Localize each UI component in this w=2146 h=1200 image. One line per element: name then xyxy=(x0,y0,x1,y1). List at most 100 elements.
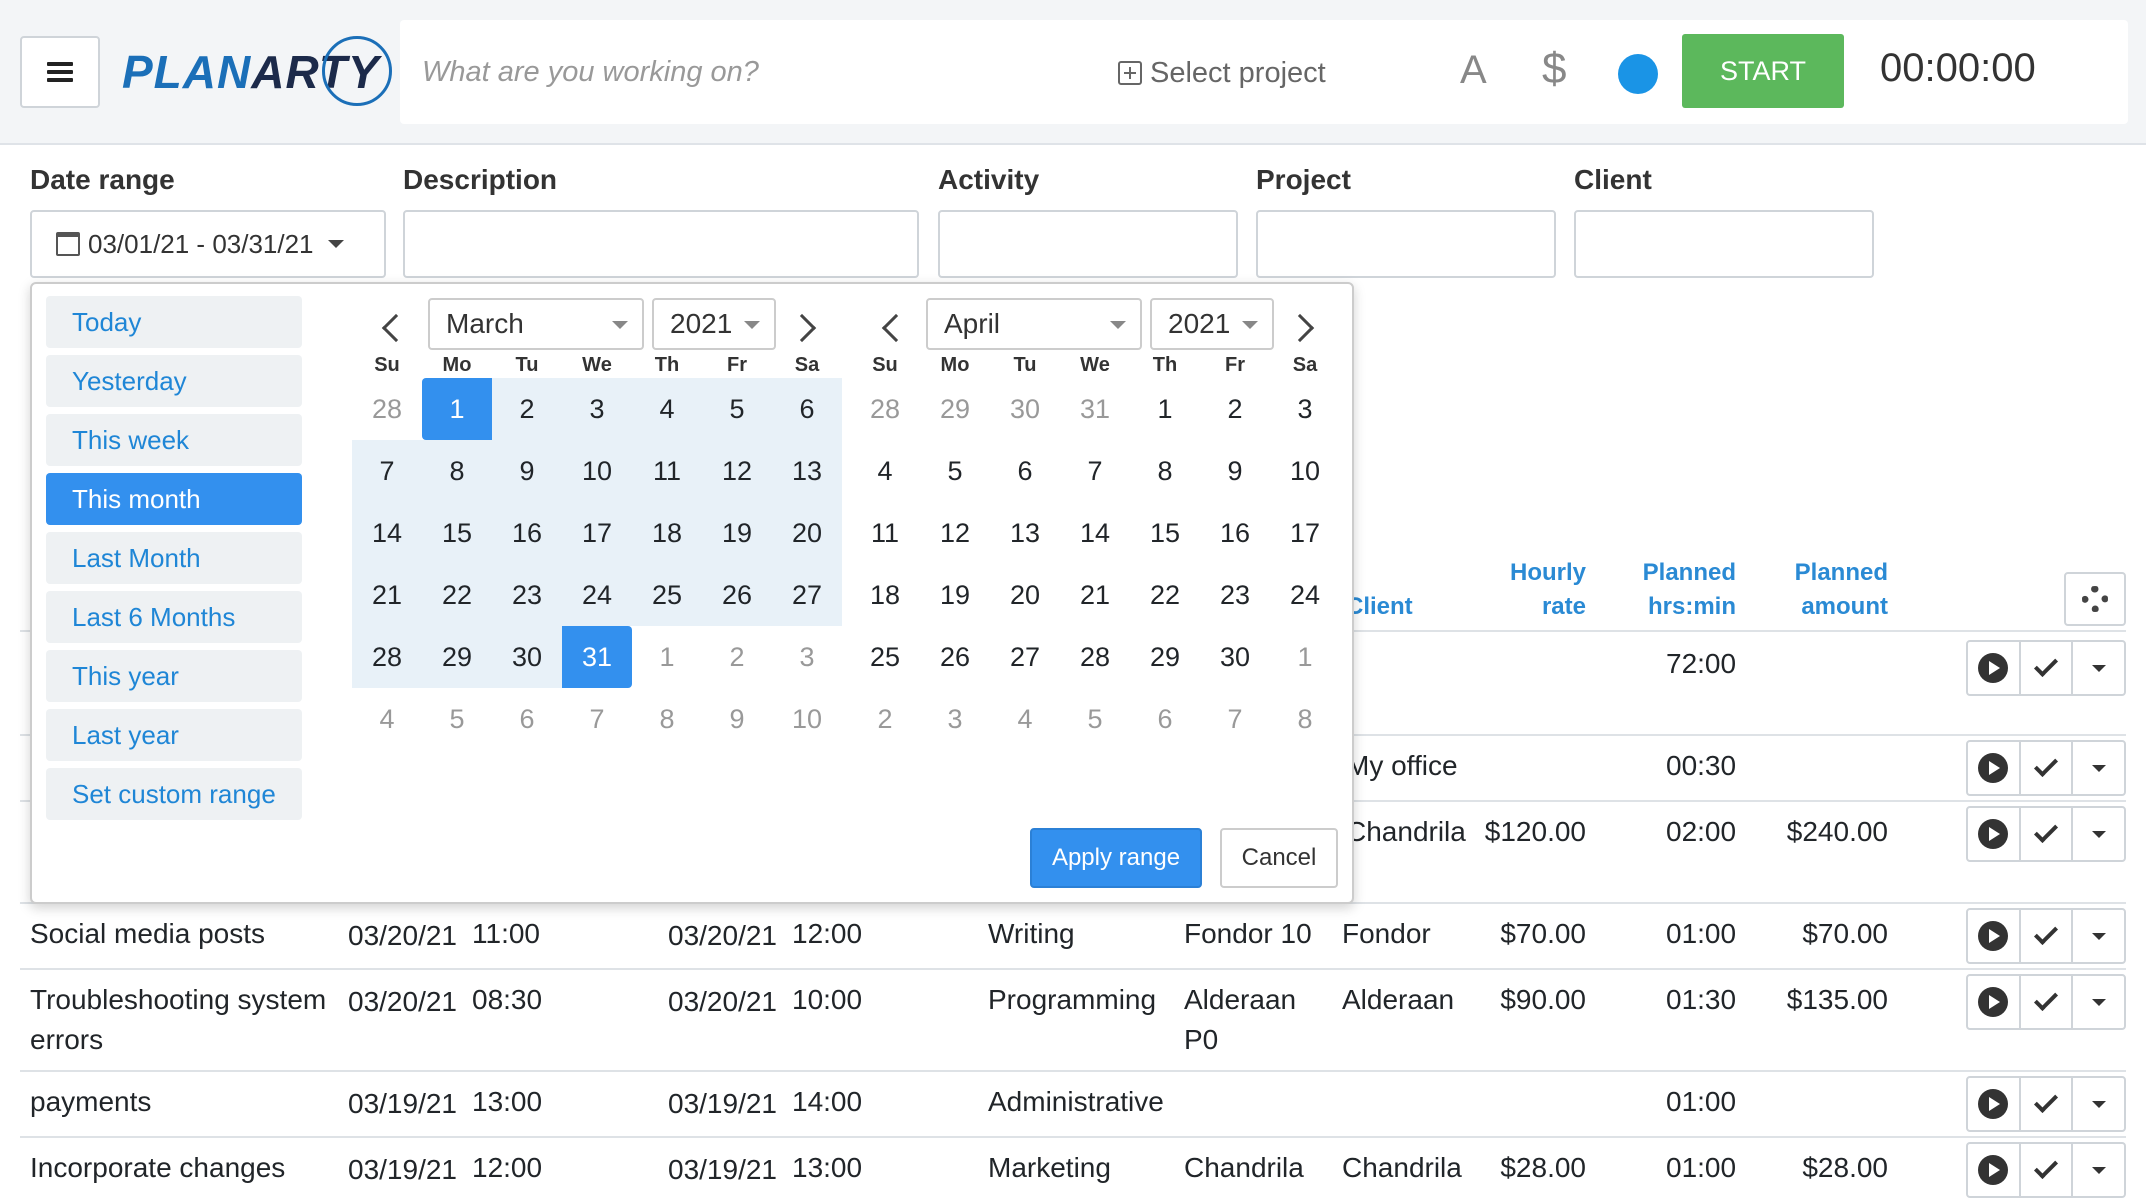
complete-button[interactable] xyxy=(2021,642,2074,694)
calendar-day[interactable]: 7 xyxy=(352,440,422,502)
calendar-day[interactable]: 11 xyxy=(632,440,702,502)
calendar-day[interactable]: 28 xyxy=(850,378,920,440)
calendar-day[interactable]: 5 xyxy=(920,440,990,502)
prev-month-arrow-icon[interactable] xyxy=(881,313,911,343)
range-preset-item[interactable]: Last 6 Months xyxy=(46,591,302,643)
calendar-day[interactable]: 17 xyxy=(562,502,632,564)
col-header-hourly-rate[interactable]: Hourly rate xyxy=(1470,556,1586,624)
calendar-day[interactable]: 14 xyxy=(352,502,422,564)
calendar-day[interactable]: 15 xyxy=(1130,502,1200,564)
calendar-day[interactable]: 10 xyxy=(562,440,632,502)
calendar-day[interactable]: 12 xyxy=(920,502,990,564)
play-button[interactable] xyxy=(1968,742,2021,794)
calendar-day[interactable]: 13 xyxy=(772,440,842,502)
calendar-day[interactable]: 28 xyxy=(352,626,422,688)
calendar-day[interactable]: 22 xyxy=(422,564,492,626)
range-preset-item[interactable]: This month xyxy=(46,473,302,525)
calendar-day[interactable]: 21 xyxy=(352,564,422,626)
right-year-select[interactable]: 2021 xyxy=(1150,298,1274,350)
play-button[interactable] xyxy=(1968,910,2021,962)
calendar-day[interactable]: 8 xyxy=(1270,688,1340,750)
row-menu-button[interactable] xyxy=(2073,642,2124,694)
calendar-day[interactable]: 3 xyxy=(920,688,990,750)
calendar-day[interactable]: 17 xyxy=(1270,502,1340,564)
calendar-day[interactable]: 4 xyxy=(990,688,1060,750)
calendar-day[interactable]: 6 xyxy=(492,688,562,750)
next-month-arrow-icon[interactable] xyxy=(1285,313,1315,343)
calendar-day[interactable]: 11 xyxy=(850,502,920,564)
description-input[interactable] xyxy=(420,44,1060,100)
description-filter-input[interactable] xyxy=(403,210,919,278)
play-button[interactable] xyxy=(1968,976,2021,1028)
calendar-day[interactable]: 27 xyxy=(772,564,842,626)
activity-filter-input[interactable] xyxy=(938,210,1238,278)
calendar-day[interactable]: 23 xyxy=(492,564,562,626)
calendar-day[interactable]: 8 xyxy=(632,688,702,750)
calendar-day[interactable]: 8 xyxy=(1130,440,1200,502)
calendar-day[interactable]: 8 xyxy=(422,440,492,502)
calendar-day[interactable]: 29 xyxy=(422,626,492,688)
right-month-select[interactable]: April xyxy=(926,298,1142,350)
apply-range-button[interactable]: Apply range xyxy=(1030,828,1202,888)
calendar-day[interactable]: 5 xyxy=(1060,688,1130,750)
calendar-day[interactable]: 1 xyxy=(1270,626,1340,688)
cancel-button[interactable]: Cancel xyxy=(1220,828,1338,888)
calendar-day[interactable]: 31 xyxy=(562,626,632,688)
calendar-day[interactable]: 24 xyxy=(1270,564,1340,626)
calendar-day[interactable]: 18 xyxy=(850,564,920,626)
calendar-day[interactable]: 6 xyxy=(1130,688,1200,750)
left-year-select[interactable]: 2021 xyxy=(652,298,776,350)
calendar-day[interactable]: 21 xyxy=(1060,564,1130,626)
project-filter-input[interactable] xyxy=(1256,210,1556,278)
complete-button[interactable] xyxy=(2021,1144,2074,1196)
range-preset-item[interactable]: This year xyxy=(46,650,302,702)
calendar-day[interactable]: 3 xyxy=(562,378,632,440)
calendar-day[interactable]: 13 xyxy=(990,502,1060,564)
range-preset-item[interactable]: Last year xyxy=(46,709,302,761)
calendar-day[interactable]: 29 xyxy=(920,378,990,440)
calendar-day[interactable]: 4 xyxy=(632,378,702,440)
col-header-planned-amount[interactable]: Planned amount xyxy=(1780,556,1888,624)
calendar-day[interactable]: 16 xyxy=(1200,502,1270,564)
range-preset-item[interactable]: Set custom range xyxy=(46,768,302,820)
start-button[interactable]: START xyxy=(1682,34,1844,108)
calendar-day[interactable]: 9 xyxy=(702,688,772,750)
complete-button[interactable] xyxy=(2021,742,2074,794)
calendar-day[interactable]: 6 xyxy=(772,378,842,440)
calendar-day[interactable]: 19 xyxy=(920,564,990,626)
calendar-day[interactable]: 1 xyxy=(632,626,702,688)
calendar-day[interactable]: 2 xyxy=(702,626,772,688)
calendar-day[interactable]: 16 xyxy=(492,502,562,564)
row-menu-button[interactable] xyxy=(2073,742,2124,794)
complete-button[interactable] xyxy=(2021,1078,2074,1130)
complete-button[interactable] xyxy=(2021,910,2074,962)
calendar-day[interactable]: 22 xyxy=(1130,564,1200,626)
range-preset-item[interactable]: Yesterday xyxy=(46,355,302,407)
calendar-day[interactable]: 7 xyxy=(1200,688,1270,750)
calendar-day[interactable]: 7 xyxy=(1060,440,1130,502)
calendar-day[interactable]: 9 xyxy=(1200,440,1270,502)
calendar-day[interactable]: 2 xyxy=(1200,378,1270,440)
complete-button[interactable] xyxy=(2021,976,2074,1028)
calendar-day[interactable]: 9 xyxy=(492,440,562,502)
play-button[interactable] xyxy=(1968,1144,2021,1196)
calendar-day[interactable]: 12 xyxy=(702,440,772,502)
col-header-planned-hrs[interactable]: Planned hrs:min xyxy=(1624,556,1736,624)
row-menu-button[interactable] xyxy=(2073,808,2124,860)
range-preset-item[interactable]: Last Month xyxy=(46,532,302,584)
color-picker-dot[interactable] xyxy=(1618,54,1658,94)
calendar-day[interactable]: 5 xyxy=(422,688,492,750)
calendar-day[interactable]: 3 xyxy=(772,626,842,688)
select-project-button[interactable]: Select project xyxy=(1118,52,1326,94)
date-range-button[interactable]: 03/01/21 - 03/31/21 xyxy=(30,210,386,278)
calendar-day[interactable]: 23 xyxy=(1200,564,1270,626)
calendar-day[interactable]: 30 xyxy=(1200,626,1270,688)
row-menu-button[interactable] xyxy=(2073,1144,2124,1196)
left-month-select[interactable]: March xyxy=(428,298,644,350)
calendar-day[interactable]: 4 xyxy=(850,440,920,502)
calendar-day[interactable]: 14 xyxy=(1060,502,1130,564)
complete-button[interactable] xyxy=(2021,808,2074,860)
row-menu-button[interactable] xyxy=(2073,910,2124,962)
range-preset-item[interactable]: This week xyxy=(46,414,302,466)
calendar-day[interactable]: 2 xyxy=(492,378,562,440)
